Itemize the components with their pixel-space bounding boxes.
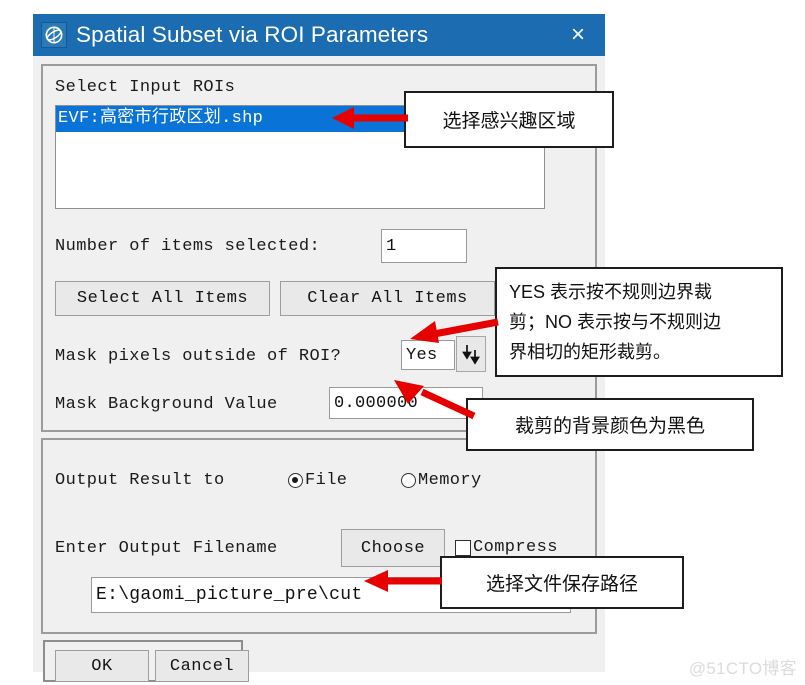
ok-button[interactable]: OK xyxy=(55,650,149,682)
clear-all-items-button[interactable]: Clear All Items xyxy=(280,281,495,316)
radio-output-file[interactable]: File xyxy=(288,471,347,490)
mask-pixels-label: Mask pixels outside of ROI? xyxy=(55,347,342,366)
radio-output-memory[interactable]: Memory xyxy=(401,471,482,490)
output-result-label: Output Result to xyxy=(55,471,225,490)
enter-output-filename-label: Enter Output Filename xyxy=(55,539,278,558)
radio-file-label: File xyxy=(305,471,348,490)
close-icon[interactable]: × xyxy=(565,22,591,48)
annotation-mask-note-line3: 界相切的矩形裁剪。 xyxy=(509,342,671,362)
select-all-items-button[interactable]: Select All Items xyxy=(55,281,270,316)
compress-label: Compress xyxy=(473,538,558,557)
radio-file-icon xyxy=(288,473,303,488)
annotation-arrow-bgvalue xyxy=(394,380,476,420)
checkbox-icon xyxy=(455,539,471,556)
watermark: @51CTO博客 xyxy=(688,659,797,678)
choose-button[interactable]: Choose xyxy=(341,529,445,567)
select-input-rois-label: Select Input ROIs xyxy=(55,78,236,97)
annotation-path-note: 选择文件保存路径 xyxy=(440,556,684,609)
title-bar: Spatial Subset via ROI Parameters × xyxy=(33,14,605,56)
cancel-button[interactable]: Cancel xyxy=(155,650,249,682)
annotation-mask-note-line1: YES 表示按不规则边界裁 xyxy=(509,282,713,302)
radio-memory-label: Memory xyxy=(418,471,482,490)
annotation-roi-note: 选择感兴趣区域 xyxy=(404,91,614,148)
annotation-bgvalue-note: 裁剪的背景颜色为黑色 xyxy=(466,398,754,451)
annotation-arrow-roi xyxy=(332,107,408,129)
number-selected-label: Number of items selected: xyxy=(55,237,321,256)
annotation-mask-note: YES 表示按不规则边界裁 剪；NO 表示按与不规则边 界相切的矩形裁剪。 xyxy=(495,267,783,377)
window-title: Spatial Subset via ROI Parameters xyxy=(76,22,429,47)
annotation-arrow-path xyxy=(364,570,442,592)
compress-checkbox[interactable]: Compress xyxy=(455,538,558,557)
radio-memory-icon xyxy=(401,473,416,488)
annotation-arrow-mask xyxy=(410,318,499,343)
number-selected-value: 1 xyxy=(381,229,467,263)
mask-background-label: Mask Background Value xyxy=(55,395,278,414)
globe-orbit-icon xyxy=(41,22,67,48)
annotation-mask-note-line2: 剪；NO 表示按与不规则边 xyxy=(509,312,721,332)
